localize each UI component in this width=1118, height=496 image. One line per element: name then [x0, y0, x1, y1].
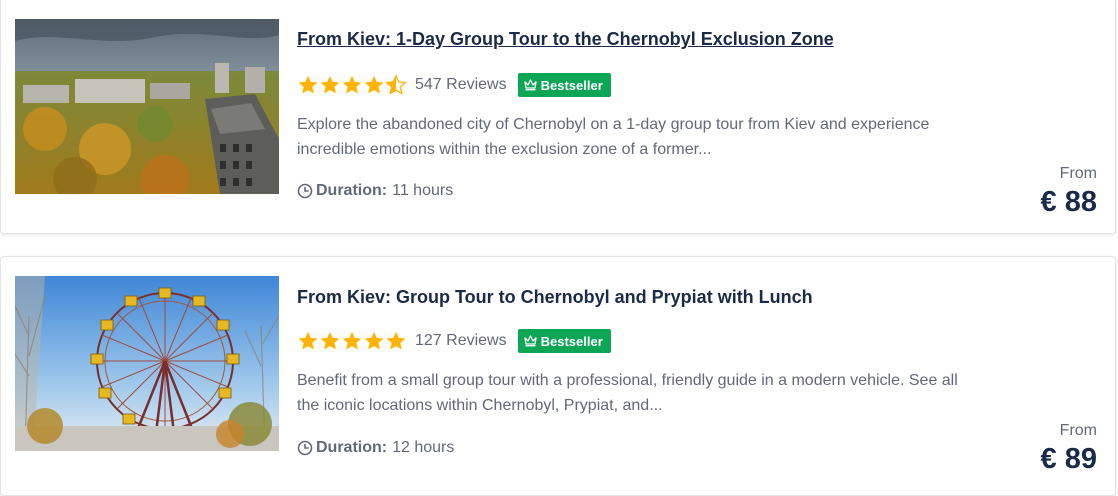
- star-half-icon: [385, 74, 407, 95]
- duration: Duration: 12 hours: [297, 439, 454, 457]
- tour-image[interactable]: [15, 276, 279, 451]
- crown-icon: [523, 335, 537, 347]
- star-full-icon: [342, 75, 362, 94]
- tour-title-link[interactable]: From Kiev: 1-Day Group Tour to the Chern…: [297, 29, 834, 50]
- tour-description: Benefit from a small group tour with a p…: [297, 368, 1037, 418]
- star-full-icon: [298, 75, 318, 94]
- review-count[interactable]: 127 Reviews: [415, 332, 507, 350]
- duration-label: Duration:: [316, 439, 388, 456]
- badge-label: Bestseller: [540, 77, 603, 93]
- tour-card[interactable]: From Kiev: Group Tour to Chernobyl and P…: [0, 256, 1116, 496]
- tour-image[interactable]: [15, 19, 279, 194]
- star-full-icon: [364, 75, 384, 94]
- duration-value: 11 hours: [392, 182, 454, 199]
- bestseller-badge: Bestseller: [517, 329, 611, 353]
- description-line: Benefit from a small group tour with a p…: [297, 372, 958, 389]
- price-from-label: From: [1059, 422, 1097, 439]
- star-full-icon: [386, 331, 406, 350]
- tour-title-link[interactable]: From Kiev: Group Tour to Chernobyl and P…: [297, 287, 813, 308]
- price-value: € 89: [1040, 443, 1097, 475]
- star-rating: [297, 330, 407, 352]
- duration: Duration: 11 hours: [297, 182, 453, 200]
- badge-label: Bestseller: [540, 333, 603, 349]
- duration-label: Duration:: [316, 182, 388, 199]
- tour-description: Explore the abandoned city of Chernobyl …: [297, 112, 1037, 162]
- description-line: incredible emotions within the exclusion…: [297, 141, 712, 158]
- star-full-icon: [364, 331, 384, 350]
- price-from-label: From: [1059, 165, 1097, 182]
- review-count[interactable]: 547 Reviews: [415, 76, 507, 94]
- clock-icon: [297, 183, 313, 199]
- rating-row: 547 Reviews Bestseller: [297, 72, 611, 98]
- clock-icon: [297, 440, 313, 456]
- star-rating: [297, 74, 407, 96]
- star-full-icon: [320, 331, 340, 350]
- price-value: € 88: [1040, 186, 1097, 218]
- star-full-icon: [342, 331, 362, 350]
- rating-row: 127 Reviews Bestseller: [297, 328, 611, 354]
- abandoned-city-photo: [15, 19, 279, 194]
- description-line: Explore the abandoned city of Chernobyl …: [297, 116, 930, 133]
- description-line: the iconic locations within Chernobyl, P…: [297, 397, 663, 414]
- ferris-wheel-photo: [15, 276, 279, 451]
- star-full-icon: [320, 75, 340, 94]
- duration-value: 12 hours: [392, 439, 455, 456]
- tour-card[interactable]: From Kiev: 1-Day Group Tour to the Chern…: [0, 0, 1116, 234]
- crown-icon: [523, 79, 537, 91]
- star-full-icon: [298, 331, 318, 350]
- bestseller-badge: Bestseller: [517, 73, 611, 97]
